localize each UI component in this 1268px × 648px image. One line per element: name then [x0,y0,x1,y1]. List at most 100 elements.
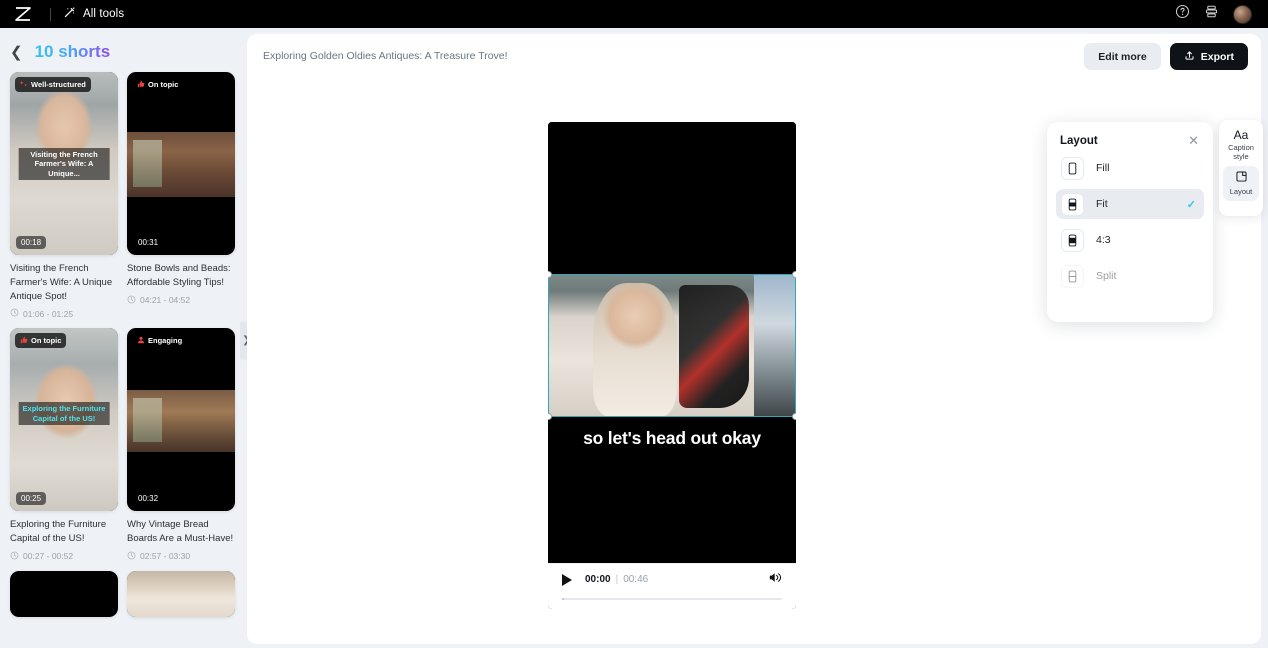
chevron-left-icon[interactable]: ❮ [10,45,23,60]
edit-more-label: Edit more [1098,50,1147,63]
short-thumbnail[interactable] [127,570,235,617]
thumbnail-image [127,132,235,197]
export-upload-icon [1184,50,1195,64]
layout-option-fit[interactable]: Fit ✓ [1056,189,1204,219]
short-title: Exploring the Furniture Capital of the U… [10,519,107,545]
badge-label: Engaging [148,336,183,346]
avatar[interactable] [1233,4,1252,24]
video-frame [548,274,796,417]
short-thumbnail[interactable] [10,570,118,617]
current-time: 00:00 [585,574,611,585]
short-thumbnail[interactable]: On topic 00:31 [127,72,235,255]
sidebar-header: ❮ 10 shorts [0,28,240,72]
tool-layout[interactable]: Layout [1223,166,1259,202]
layout-option-label: Fill [1096,162,1110,174]
close-icon[interactable]: ✕ [1188,134,1199,147]
tool-label: Layout [1229,187,1253,197]
player-controls: 00:00 | 00:46 [548,563,796,609]
tool-label: Caption style [1228,143,1254,162]
duration-badge: 00:31 [133,236,164,249]
short-thumbnail[interactable]: On topic Exploring the Furniture Capital… [10,328,118,512]
short-card[interactable] [10,570,118,617]
short-card[interactable]: On topic 00:31 Stone Bowls and Beads: Af… [127,72,235,319]
thumbs-up-icon [20,336,28,346]
layout-option-label: Split [1096,270,1117,282]
status-badge: On topic [132,77,184,92]
timerange-label: 01:06 - 01:25 [23,308,74,319]
short-card[interactable]: On topic Exploring the Furniture Capital… [10,328,118,562]
short-timerange: 01:06 - 01:25 [10,308,118,319]
timerange-label: 04:21 - 04:52 [140,295,191,306]
topbar-actions [1175,4,1258,24]
layers-icon[interactable] [1204,4,1219,24]
export-button[interactable]: Export [1169,43,1248,70]
caption-style-icon: Aa [1233,128,1249,142]
all-tools-button[interactable]: All tools [63,6,124,22]
badge-label: Well-structured [31,80,86,89]
layout-option-43[interactable]: 4:3 [1056,225,1204,255]
layout-option-label: Fit [1096,198,1108,210]
short-timerange: 00:27 - 00:52 [10,551,118,562]
short-title: Why Vintage Bread Boards Are a Must-Have… [127,519,234,545]
short-timerange: 02:57 - 03:30 [127,551,235,562]
duration-badge: 00:32 [133,492,164,506]
thumbnail-image [127,570,235,617]
progress-bar[interactable] [562,597,782,600]
status-badge: On topic [15,333,67,349]
top-bar: All tools [0,0,1268,28]
layout-panel: Layout ✕ Fill Fit ✓ 4:3 Split [1047,122,1213,322]
shorts-sidebar: ❮ 10 shorts Well-structured Visiting the… [0,28,240,648]
short-title: Stone Bowls and Beads: Affordable Stylin… [127,263,231,288]
page-title: 10 shorts [34,42,111,61]
clock-icon [10,308,19,319]
capcut-logo-icon[interactable] [10,4,36,24]
short-card[interactable] [127,570,235,617]
short-title: Visiting the French Farmer's Wife: A Uni… [10,263,113,302]
timerange-label: 00:27 - 00:52 [23,551,74,562]
layout-panel-header: Layout ✕ [1056,134,1204,147]
total-time: 00:46 [623,574,649,585]
volume-icon[interactable] [767,570,782,590]
clock-icon [10,551,19,562]
right-toolbar: Aa Caption style Layout [1219,120,1263,216]
short-card[interactable]: Engaging 00:32 Why Vintage Bread Boards … [127,328,235,562]
progress-bar-fill [562,597,564,600]
help-circle-icon[interactable] [1175,4,1190,24]
tool-caption-style[interactable]: Aa Caption style [1223,125,1259,166]
clock-icon [127,551,136,562]
badge-label: On topic [31,336,62,346]
main-actions: Edit more Export [1084,43,1248,70]
shorts-card-grid: Well-structured Visiting the French Farm… [0,72,240,617]
time-separator: | [615,574,619,585]
play-button[interactable] [562,573,572,586]
phone-fit-icon [1061,192,1084,216]
short-thumbnail[interactable]: Well-structured Visiting the French Farm… [10,72,118,255]
layout-option-fill[interactable]: Fill [1056,153,1204,183]
person-icon [137,336,145,346]
magic-wand-icon [63,6,76,22]
edit-more-button[interactable]: Edit more [1084,43,1161,70]
timerange-label: 02:57 - 03:30 [140,551,191,562]
caption-overlay[interactable]: so let's head out okay [548,427,796,449]
layout-option-label: 4:3 [1096,234,1111,246]
short-card[interactable]: Well-structured Visiting the French Farm… [10,72,118,319]
topbar-divider [50,7,51,21]
phone-split-icon [1061,264,1084,288]
thumbnail-image [127,390,235,453]
video-player[interactable]: so let's head out okay 00:00 | 00:46 [548,122,796,609]
caption-text: so let's head out okay [583,428,761,448]
thumbs-up-icon [137,80,145,90]
short-thumbnail[interactable]: Engaging 00:32 [127,328,235,512]
video-canvas[interactable] [548,122,796,420]
duration-badge: 00:18 [16,236,47,249]
thumbnail-caption: Exploring the Furniture Capital of the U… [18,402,110,426]
video-foreground [679,285,749,409]
status-badge: Engaging [132,333,188,349]
export-label: Export [1200,50,1234,63]
sparkles-icon [19,80,28,90]
clock-icon [127,295,136,306]
layout-panel-title: Layout [1060,134,1098,147]
layout-option-split: Split [1056,261,1204,291]
thumbnail-caption: Visiting the French Farmer's Wife: A Uni… [18,148,110,181]
layout-icon [1235,170,1248,186]
